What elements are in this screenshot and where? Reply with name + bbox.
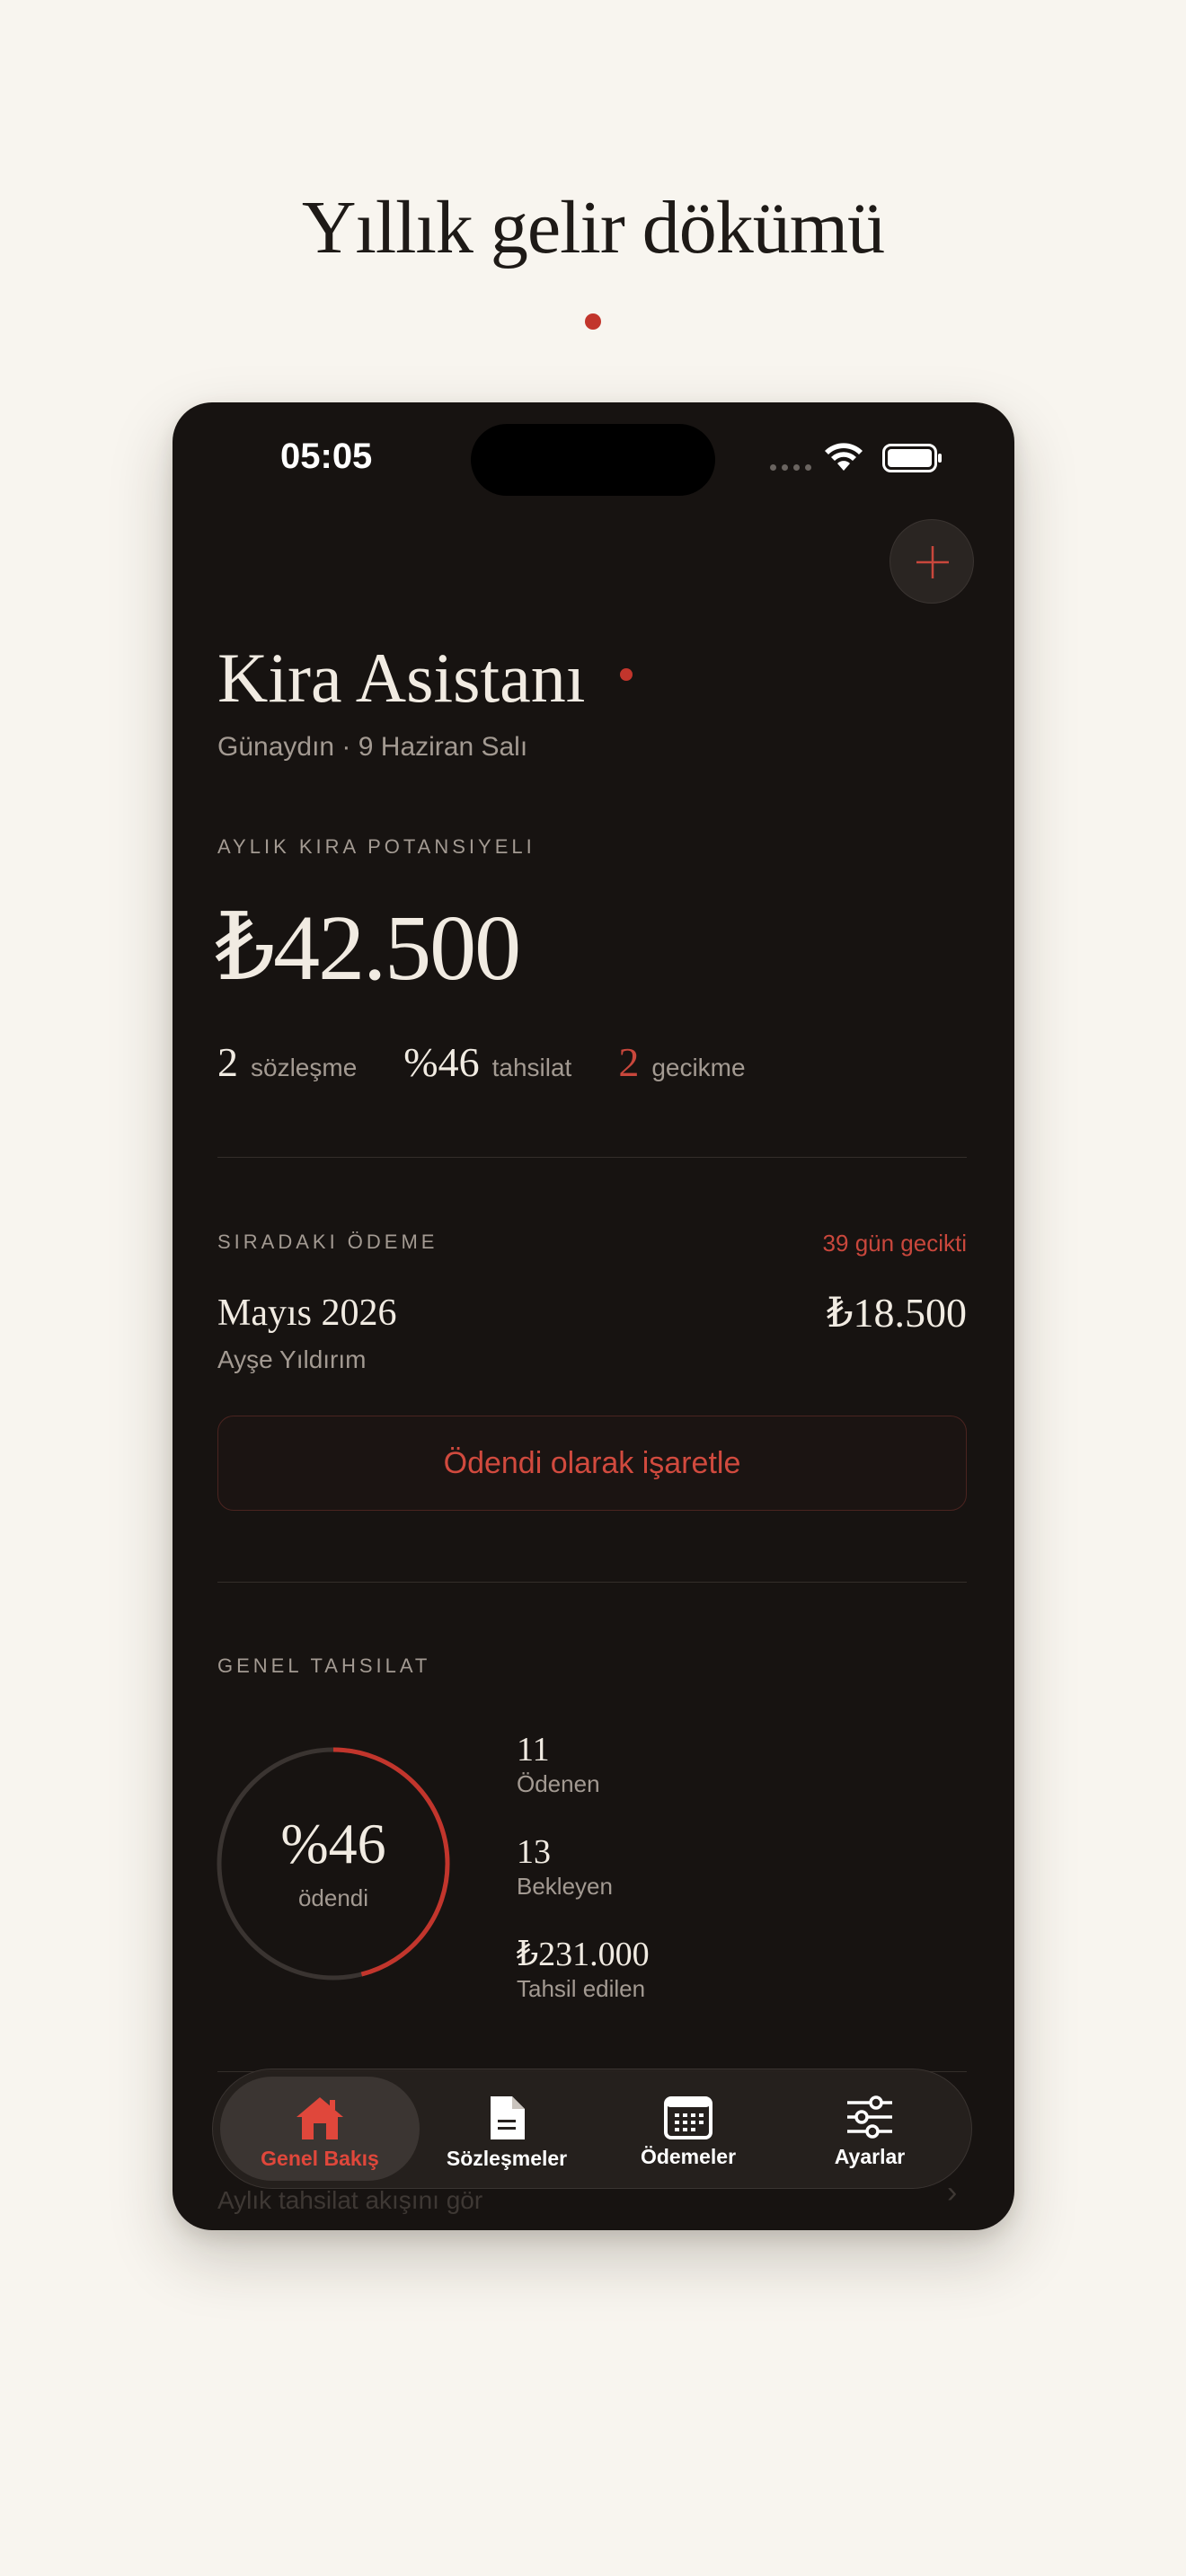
ring-percent: %46	[280, 1812, 386, 1875]
headline-accent-dot	[585, 313, 601, 330]
monthly-flow-link[interactable]: Aylık tahsilat akışını gör	[217, 2186, 482, 2215]
metric-collected: ₺231.000 Tahsil edilen	[517, 1935, 650, 2003]
stat-label: tahsilat	[491, 1054, 572, 1081]
sliders-icon	[847, 2095, 892, 2139]
greeting-date: Günaydın · 9 Haziran Salı	[217, 732, 528, 762]
tab-label: Genel Bakış	[261, 2147, 379, 2170]
next-payment-eyebrow: SIRADAKI ÖDEME	[217, 1231, 438, 1253]
metric-label: Ödenen	[517, 1770, 600, 1797]
potential-eyebrow: AYLIK KIRA POTANSIYELI	[217, 835, 535, 858]
stat-label: sözleşme	[251, 1054, 358, 1081]
wifi-icon	[825, 443, 863, 471]
calendar-icon	[664, 2096, 712, 2139]
tab-settings[interactable]: Ayarlar	[770, 2077, 969, 2181]
stat-value: %46	[403, 1039, 480, 1085]
section-divider	[217, 1157, 967, 1158]
document-icon	[491, 2096, 525, 2139]
tab-contracts[interactable]: Sözleşmeler	[407, 2077, 606, 2181]
dynamic-island	[471, 424, 715, 496]
tab-overview[interactable]: Genel Bakış	[220, 2077, 420, 2181]
mark-paid-button[interactable]: Ödendi olarak işaretle	[217, 1416, 967, 1511]
house-icon	[296, 2097, 343, 2139]
due-month: Mayıs 2026	[217, 1292, 397, 1334]
title-accent-dot	[620, 668, 633, 681]
tab-label: Ödemeler	[640, 2145, 737, 2168]
overdue-status: 39 gün gecikti	[822, 1230, 967, 1257]
stat-label: gecikme	[651, 1054, 746, 1081]
tenant-name: Ayşe Yıldırım	[217, 1345, 367, 1373]
metric-value: ₺231.000	[517, 1936, 650, 1973]
stat-value: 2	[618, 1039, 640, 1085]
page-headline: Yıllık gelir dökümü	[301, 186, 885, 269]
app-title: Kira Asistanı	[217, 639, 586, 717]
summary-stats: 2 sözleşme %46 tahsilat 2 gecikme	[217, 1038, 792, 1086]
metric-value: 11	[517, 1731, 550, 1769]
stat-overdue: 2 gecikme	[618, 1038, 745, 1086]
stat-contracts: 2 sözleşme	[217, 1038, 357, 1086]
status-time: 05:05	[280, 437, 373, 476]
due-amount: ₺18.500	[827, 1290, 967, 1336]
metric-label: Bekleyen	[517, 1873, 613, 1900]
tab-payments[interactable]: Ödemeler	[589, 2077, 788, 2181]
monthly-potential-amount: ₺42.500	[216, 896, 521, 1000]
ring-caption: ödendi	[297, 1884, 369, 1911]
metric-paid: 11 Ödenen	[517, 1730, 600, 1798]
stat-value: 2	[217, 1039, 238, 1085]
metric-pending: 13 Bekleyen	[517, 1832, 613, 1901]
add-button[interactable]	[890, 519, 974, 604]
tab-label: Ayarlar	[834, 2145, 906, 2168]
metric-label: Tahsil edilen	[517, 1975, 646, 2002]
battery-icon	[882, 444, 942, 472]
stat-collection: %46 tahsilat	[403, 1038, 571, 1086]
tab-label: Sözleşmeler	[446, 2147, 568, 2170]
cellular-signal-icon	[770, 464, 811, 471]
collection-progress-ring: %46 ödendi	[214, 1744, 453, 1983]
chevron-right-icon: ›	[947, 2175, 958, 2210]
plus-icon	[916, 546, 949, 578]
section-divider	[217, 1582, 967, 1583]
tab-bar: Genel Bakış Sözleşmeler Ödemeler Ayarlar	[212, 2069, 972, 2189]
collection-eyebrow: GENEL TAHSILAT	[217, 1654, 431, 1677]
phone-frame: 05:05 Kira Asistanı Günaydın · 9 Haziran…	[173, 402, 1014, 2230]
metric-value: 13	[517, 1833, 551, 1871]
